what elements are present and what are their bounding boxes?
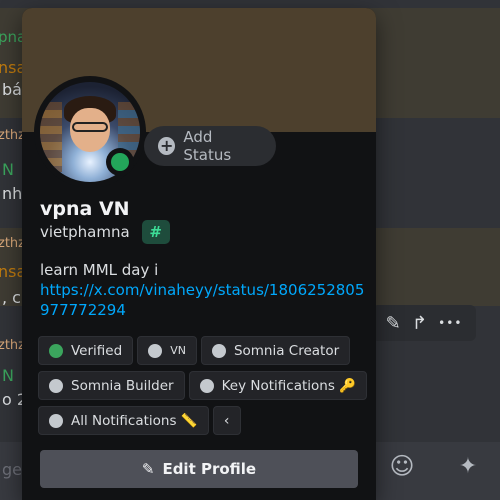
role-color-dot-icon xyxy=(49,378,63,393)
message-input-placeholder: ge xyxy=(2,460,22,479)
roles-collapse-chevron-icon[interactable]: ‹ xyxy=(212,406,241,435)
role-color-dot-icon xyxy=(49,343,63,358)
share-icon[interactable]: ↱ xyxy=(412,313,427,334)
hash-badge-icon[interactable]: # xyxy=(141,220,170,244)
role-color-dot-icon xyxy=(49,413,63,428)
pencil-icon: ✎ xyxy=(141,460,155,478)
role-label: Somnia Builder xyxy=(71,377,174,394)
role-key-notifications[interactable]: Key Notifications 🔑 xyxy=(188,371,367,400)
edit-profile-button[interactable]: ✎ Edit Profile xyxy=(40,450,358,488)
avatar-glasses xyxy=(72,122,108,132)
edit-profile-label: Edit Profile xyxy=(162,460,257,478)
role-label: Key Notifications 🔑 xyxy=(221,377,356,394)
role-color-dot-icon xyxy=(148,343,163,358)
role-all-notifications[interactable]: All Notifications 📏 xyxy=(38,406,209,435)
chat-fragment: nh xyxy=(2,184,23,203)
profile-bio: learn MML day i https://x.com/vinaheyy/s… xyxy=(40,260,370,320)
more-options-icon[interactable]: ••• xyxy=(438,316,462,330)
role-verified[interactable]: Verified xyxy=(38,336,134,365)
roles-list: Verified VN Somnia Creator Somnia Builde… xyxy=(38,336,368,435)
message-actions-toolbar: ✎ ↱ ••• xyxy=(372,305,476,341)
bio-link[interactable]: https://x.com/vinaheyy/status/1806252805… xyxy=(40,280,370,320)
bio-text: learn MML day i xyxy=(40,261,159,279)
online-status-indicator xyxy=(111,153,129,171)
online-status-icon xyxy=(106,148,134,176)
role-color-dot-icon xyxy=(211,343,226,358)
role-somnia-builder[interactable]: Somnia Builder xyxy=(38,371,185,400)
role-color-dot-icon xyxy=(199,378,214,393)
role-vn[interactable]: VN xyxy=(137,336,197,365)
role-label: VN xyxy=(170,344,186,357)
display-name: vpna VN xyxy=(40,198,130,220)
chat-fragment: N xyxy=(2,160,14,179)
apps-icon: ✦ xyxy=(458,453,478,479)
chat-fragment: bá xyxy=(2,80,22,99)
role-label: All Notifications 📏 xyxy=(71,412,198,429)
emoji-button[interactable]: ☺ xyxy=(380,444,424,492)
edit-icon[interactable]: ✎ xyxy=(386,313,401,334)
username-row: vietphamna # xyxy=(40,220,170,244)
avatar-bookshelf-left xyxy=(40,102,62,172)
role-label: Somnia Creator xyxy=(233,342,340,359)
user-profile-popout: + Add Status vpna VN vietphamna # learn … xyxy=(22,8,376,500)
role-label: Verified xyxy=(71,342,123,359)
add-status-button[interactable]: + Add Status xyxy=(144,126,276,166)
add-status-label: Add Status xyxy=(183,128,232,164)
chat-fragment: N xyxy=(2,366,14,385)
role-somnia-creator[interactable]: Somnia Creator xyxy=(200,336,351,365)
username[interactable]: vietphamna xyxy=(40,223,130,241)
emoji-icon: ☺ xyxy=(389,452,415,480)
plus-icon: + xyxy=(158,136,176,155)
apps-button[interactable]: ✦ xyxy=(446,444,490,492)
